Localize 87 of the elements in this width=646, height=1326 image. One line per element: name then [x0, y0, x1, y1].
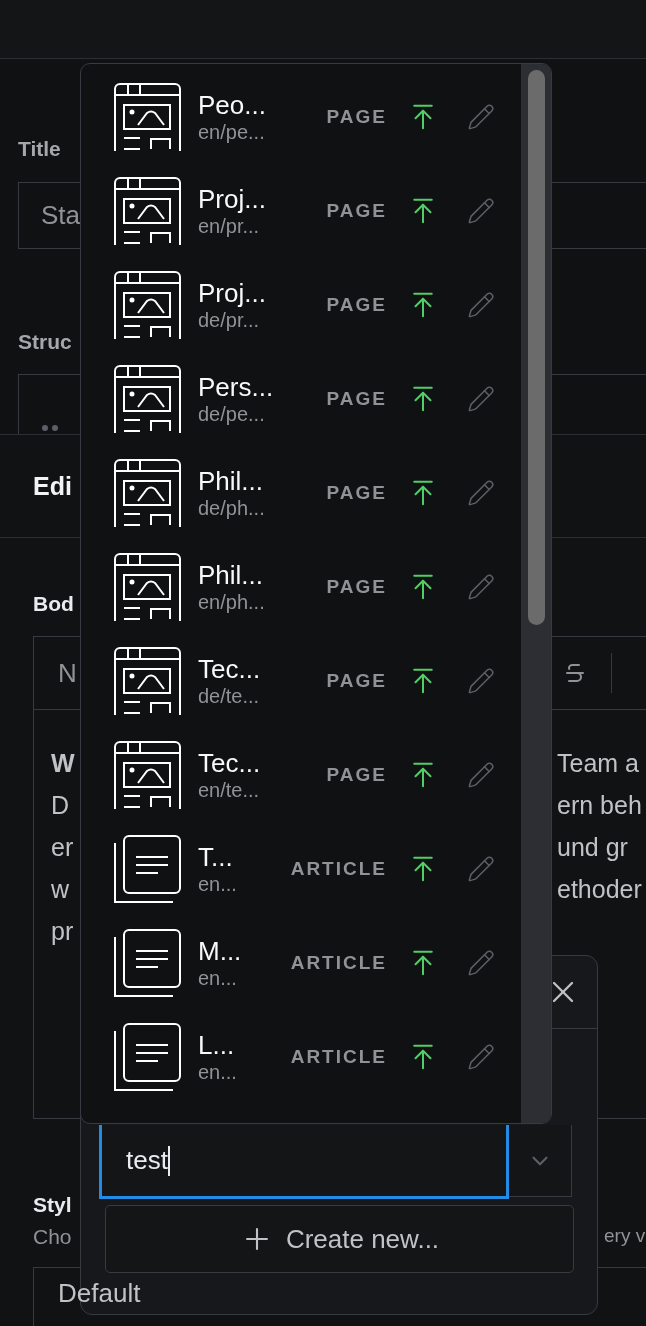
- field-label: Bod: [33, 592, 74, 616]
- page-layout-icon: [114, 271, 181, 339]
- document-stack-icon: [114, 835, 181, 903]
- item-title: Tec...: [198, 654, 262, 685]
- panel-title: Edi: [33, 471, 72, 501]
- document-stack-icon: [114, 929, 181, 997]
- item-path: en...: [198, 967, 238, 990]
- item-type: PAGE: [326, 294, 387, 316]
- pencil-icon[interactable]: [467, 291, 495, 319]
- body-text: ern beh: [557, 790, 643, 820]
- item-path: de/pr...: [198, 309, 261, 332]
- pencil-icon[interactable]: [467, 1043, 495, 1071]
- pencil-icon[interactable]: [467, 949, 495, 977]
- result-item[interactable]: Phil... en/ph... PAGE: [81, 540, 521, 634]
- item-type: PAGE: [326, 576, 387, 598]
- search-field[interactable]: test: [99, 1125, 509, 1199]
- item-type: PAGE: [326, 764, 387, 786]
- item-path: de/te...: [198, 685, 261, 708]
- item-title: L...: [198, 1030, 236, 1061]
- item-title: Proj...: [198, 184, 267, 215]
- pencil-icon[interactable]: [467, 479, 495, 507]
- pencil-icon[interactable]: [467, 855, 495, 883]
- body-text: er: [51, 832, 74, 862]
- item-type: ARTICLE: [290, 952, 387, 974]
- field-label: Struc: [18, 330, 72, 354]
- item-title: Phil...: [198, 560, 265, 591]
- field-label: Styl: [33, 1193, 72, 1217]
- item-title: Tec...: [198, 748, 262, 779]
- item-path: en/ph...: [198, 591, 266, 614]
- result-item[interactable]: Tec... en/te... PAGE: [81, 728, 521, 822]
- item-path: en...: [198, 873, 238, 896]
- page-layout-icon: [114, 647, 181, 715]
- body-text: pr: [51, 916, 74, 946]
- pencil-icon[interactable]: [467, 197, 495, 225]
- item-path: de/pe...: [198, 403, 266, 426]
- page-layout-icon: [114, 83, 181, 151]
- result-item[interactable]: L... en... ARTICLE: [81, 1010, 521, 1104]
- item-type: PAGE: [326, 388, 387, 410]
- pencil-icon[interactable]: [467, 667, 495, 695]
- item-path: en/te...: [198, 779, 261, 802]
- item-type: PAGE: [326, 670, 387, 692]
- pencil-icon[interactable]: [467, 385, 495, 413]
- create-new-button[interactable]: Create new...: [105, 1205, 574, 1273]
- pencil-icon[interactable]: [467, 573, 495, 601]
- page-layout-icon: [114, 365, 181, 433]
- result-item[interactable]: Pers... de/pe... PAGE: [81, 352, 521, 446]
- item-type: PAGE: [326, 106, 387, 128]
- result-item[interactable]: T... en... ARTICLE: [81, 822, 521, 916]
- field-hint: ery v: [604, 1225, 646, 1248]
- item-title: Phil...: [198, 466, 265, 497]
- field-hint: Cho: [33, 1225, 72, 1249]
- item-type: ARTICLE: [290, 858, 387, 880]
- item-type: PAGE: [326, 482, 387, 504]
- page-layout-icon: [114, 459, 181, 527]
- body-text: D: [51, 790, 70, 820]
- item-path: en/pr...: [198, 215, 261, 238]
- toolbar-text: N: [58, 657, 77, 689]
- item-title: T...: [198, 842, 234, 873]
- body-text: ethoder: [557, 874, 643, 904]
- result-item[interactable]: Peo... en/pe... PAGE: [81, 70, 521, 164]
- pencil-icon[interactable]: [467, 103, 495, 131]
- scrollbar-thumb[interactable]: [527, 70, 545, 625]
- item-title: Pers...: [198, 372, 275, 403]
- item-title: M...: [198, 936, 243, 967]
- body-text: und gr: [557, 832, 629, 862]
- item-title: Proj...: [198, 278, 267, 309]
- result-item[interactable]: Phil... de/ph... PAGE: [81, 446, 521, 540]
- field-label: Title: [18, 137, 61, 161]
- document-stack-icon: [114, 1023, 181, 1091]
- pencil-icon[interactable]: [467, 761, 495, 789]
- drag-handle-icon: [41, 424, 59, 432]
- item-path: en...: [198, 1061, 238, 1084]
- body-text: Team a: [557, 748, 640, 778]
- item-path: de/ph...: [198, 497, 266, 520]
- page-layout-icon: [114, 741, 181, 809]
- item-type: ARTICLE: [290, 1046, 387, 1068]
- item-title: Peo...: [198, 90, 267, 121]
- item-type: PAGE: [326, 200, 387, 222]
- result-item[interactable]: Proj... de/pr... PAGE: [81, 258, 521, 352]
- result-item[interactable]: M... en... ARTICLE: [81, 916, 521, 1010]
- body-text: W: [51, 748, 75, 778]
- page-layout-icon: [114, 177, 181, 245]
- page-layout-icon: [114, 553, 181, 621]
- body-text: w: [51, 874, 70, 904]
- item-path: en/pe...: [198, 121, 266, 144]
- result-item[interactable]: Proj... en/pr... PAGE: [81, 164, 521, 258]
- result-item[interactable]: Tec... de/te... PAGE: [81, 634, 521, 728]
